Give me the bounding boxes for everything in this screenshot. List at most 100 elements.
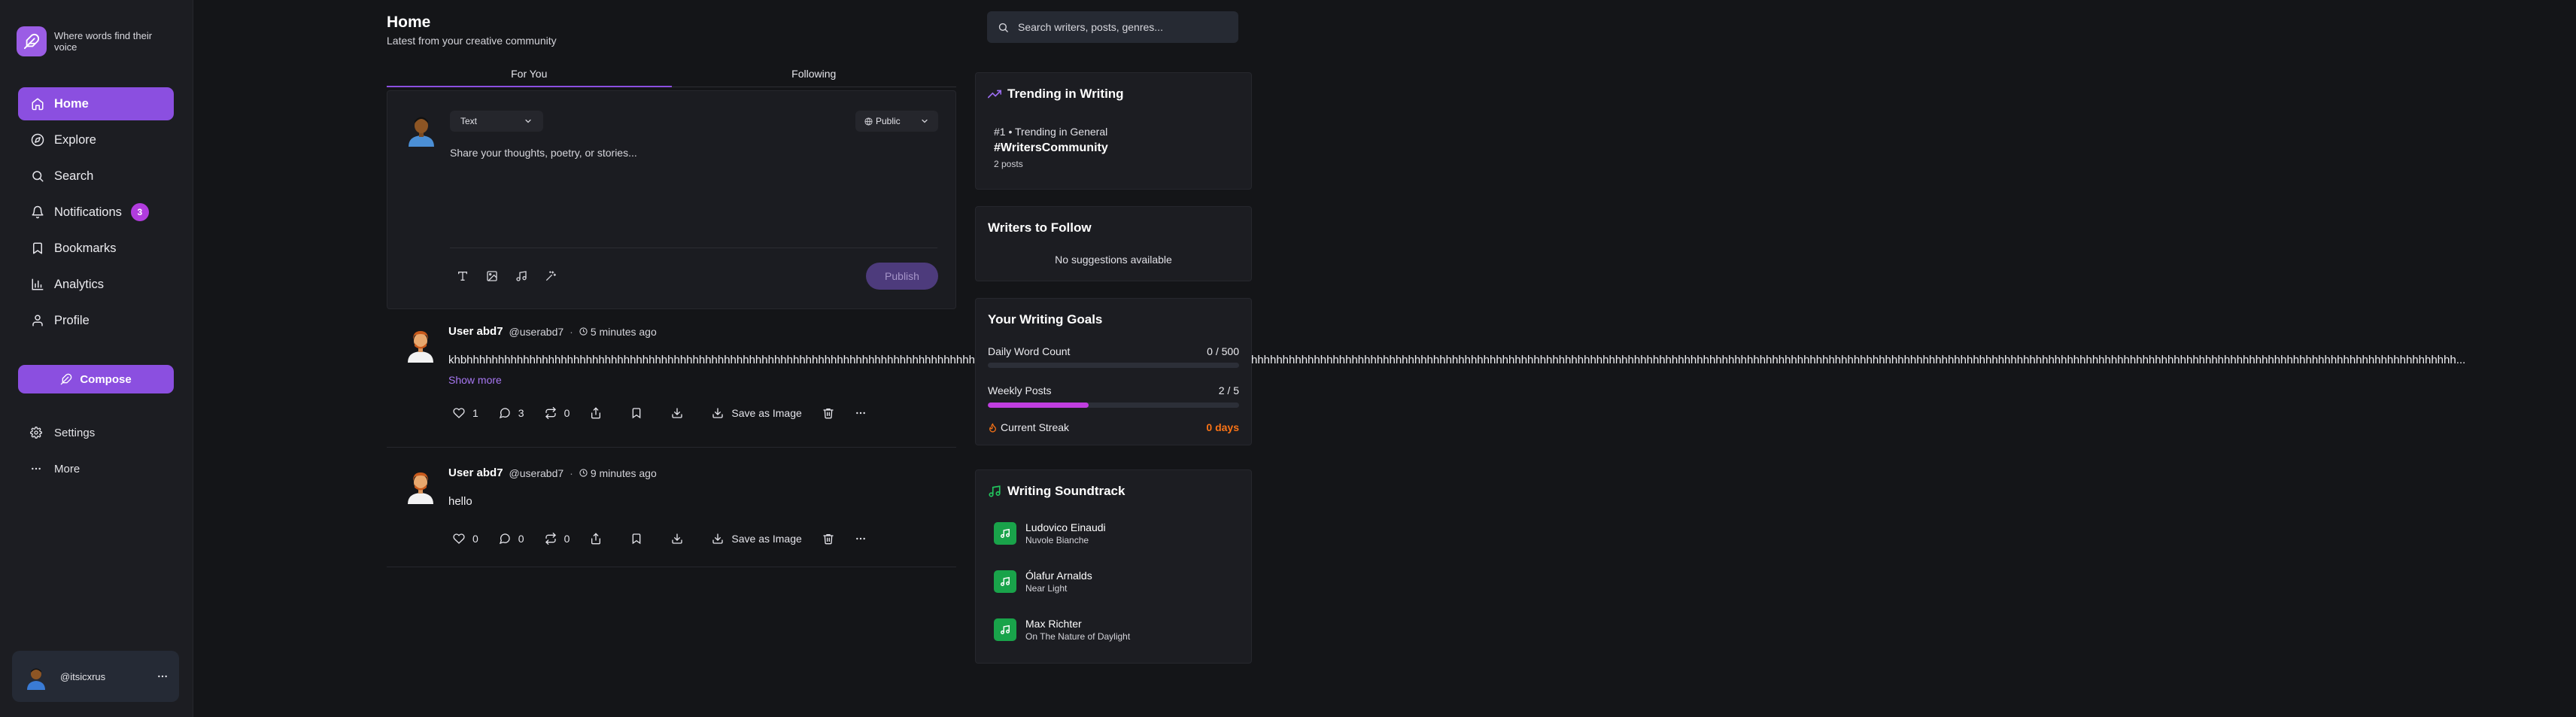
avatar[interactable]: [406, 327, 436, 363]
music-icon[interactable]: [514, 269, 529, 284]
nav-item-home[interactable]: Home: [18, 87, 174, 120]
daily-goal-row: Daily Word Count 0 / 500: [988, 345, 1239, 357]
account-card[interactable]: @itsicxrus: [12, 651, 179, 702]
trend-hashtag[interactable]: #WritersCommunity: [994, 141, 1108, 155]
download-button[interactable]: [671, 533, 683, 545]
tab-for-you[interactable]: For You: [387, 65, 672, 87]
feather-logo-icon[interactable]: [17, 26, 47, 56]
repost-button[interactable]: 0: [545, 407, 570, 419]
post-author[interactable]: User abd7: [448, 325, 503, 338]
heart-icon: [453, 407, 465, 419]
share-button[interactable]: [590, 407, 602, 419]
trash-icon: [822, 407, 834, 419]
soundtrack-title-text: Writing Soundtrack: [1007, 484, 1125, 498]
post-author[interactable]: User abd7: [448, 466, 503, 479]
bookmark-icon: [630, 533, 642, 545]
visibility-select[interactable]: Public: [855, 111, 938, 132]
save-as-image-button[interactable]: Save as Image: [712, 407, 802, 419]
post-timestamp: 9 minutes ago: [579, 467, 657, 479]
bell-icon: [30, 205, 45, 220]
post-handle[interactable]: @userabd7: [509, 326, 564, 338]
download-icon: [712, 533, 724, 545]
post-menu-button[interactable]: [855, 533, 867, 545]
magic-wand-icon[interactable]: [543, 269, 558, 284]
chevron-down-icon: [920, 117, 929, 126]
compose-label: Compose: [80, 372, 132, 386]
delete-button[interactable]: [822, 407, 834, 419]
tab-following[interactable]: Following: [672, 65, 957, 87]
comment-count: 0: [518, 533, 524, 545]
feed-header: Home Latest from your creative community: [387, 14, 557, 47]
track-item[interactable]: Ólafur Arnalds Near Light: [994, 570, 1092, 594]
nav-label: Settings: [54, 426, 96, 439]
nav-item-notifications[interactable]: Notifications 3: [18, 196, 174, 229]
post-menu-button[interactable]: [855, 407, 867, 419]
repost-button[interactable]: 0: [545, 533, 570, 545]
search-input[interactable]: Search writers, posts, genres...: [987, 11, 1238, 43]
chevron-down-icon: [524, 117, 533, 126]
composer-toolbar: [455, 269, 558, 284]
comment-count: 3: [518, 407, 524, 419]
trending-up-icon: [988, 87, 1001, 101]
compose-button[interactable]: Compose: [18, 365, 174, 393]
avatar[interactable]: [406, 468, 436, 504]
repost-icon: [545, 533, 557, 545]
separator-dot: ·: [570, 466, 573, 479]
publish-button[interactable]: Publish: [866, 263, 938, 290]
delete-button[interactable]: [822, 533, 834, 545]
share-button[interactable]: [590, 533, 602, 545]
nav-label: Search: [54, 169, 94, 183]
post-header: User abd7 @userabd7 · 5 minutes ago: [448, 325, 657, 338]
music-icon: [988, 485, 1001, 498]
nav-item-search[interactable]: Search: [18, 160, 174, 193]
trending-card: Trending in Writing #1 • Trending in Gen…: [975, 72, 1252, 190]
show-more-link[interactable]: Show more: [448, 374, 502, 386]
download-button[interactable]: [671, 407, 683, 419]
save-as-image-button[interactable]: Save as Image: [712, 533, 802, 545]
avatar: [406, 112, 437, 147]
writers-to-follow-card: Writers to Follow No suggestions availab…: [975, 206, 1252, 281]
nav-item-more[interactable]: More: [18, 454, 174, 484]
nav-item-profile[interactable]: Profile: [18, 304, 174, 337]
weekly-goal-row: Weekly Posts 2 / 5: [988, 384, 1239, 396]
track-title: Nuvole Bianche: [1025, 535, 1089, 545]
track-item[interactable]: Max Richter On The Nature of Daylight: [994, 618, 1130, 642]
streak-label: Current Streak: [1001, 421, 1070, 433]
music-note-icon: [994, 570, 1016, 593]
trash-icon: [822, 533, 834, 545]
bookmark-button[interactable]: [630, 407, 642, 419]
like-button[interactable]: 1: [453, 407, 478, 419]
repost-count: 0: [564, 407, 570, 419]
nav-item-explore[interactable]: Explore: [18, 123, 174, 156]
daily-goal-label: Daily Word Count: [988, 345, 1071, 357]
search-placeholder: Search writers, posts, genres...: [1018, 21, 1163, 33]
nav-label: Explore: [54, 132, 96, 147]
post-textarea[interactable]: Share your thoughts, poetry, or stories.…: [450, 147, 931, 229]
share-icon: [590, 407, 602, 419]
ellipsis-icon: [29, 461, 44, 476]
like-button[interactable]: 0: [453, 533, 478, 545]
bookmark-button[interactable]: [630, 533, 642, 545]
post-timestamp: 5 minutes ago: [579, 326, 657, 338]
feed-tabs: For You Following: [387, 65, 956, 87]
nav-item-bookmarks[interactable]: Bookmarks: [18, 232, 174, 265]
download-icon: [671, 407, 683, 419]
image-icon[interactable]: [485, 269, 500, 284]
comment-button[interactable]: 3: [499, 407, 524, 419]
separator-dot: ·: [570, 325, 573, 338]
nav-label: Bookmarks: [54, 241, 117, 255]
flame-icon: [988, 422, 998, 433]
text-format-icon[interactable]: [455, 269, 470, 284]
nav-item-settings[interactable]: Settings: [18, 418, 174, 448]
avatar: [23, 663, 50, 690]
comment-button[interactable]: 0: [499, 533, 524, 545]
nav-label: Home: [54, 96, 89, 111]
post-type-select[interactable]: Text: [450, 111, 543, 132]
brand: Where words find their voice: [17, 26, 167, 56]
account-menu-icon[interactable]: [156, 670, 169, 682]
search-icon: [30, 169, 45, 184]
track-item[interactable]: Ludovico Einaudi Nuvole Bianche: [994, 521, 1106, 545]
music-note-icon: [994, 618, 1016, 641]
post-handle[interactable]: @userabd7: [509, 467, 564, 479]
nav-item-analytics[interactable]: Analytics: [18, 268, 174, 301]
